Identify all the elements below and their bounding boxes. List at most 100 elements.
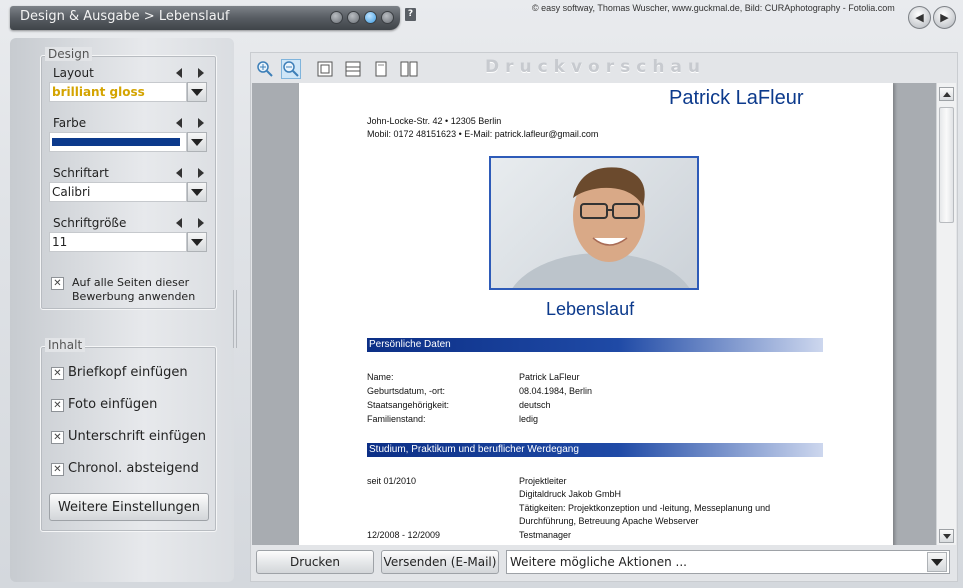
schriftgroesse-dropdown-button[interactable] xyxy=(187,232,207,252)
row-label: Name: xyxy=(367,372,394,382)
entry-date: 12/2008 - 12/2009 xyxy=(367,530,441,540)
chevron-up-icon xyxy=(942,91,951,97)
schriftgroesse-next-icon[interactable] xyxy=(198,218,204,228)
schriftart-prev-icon[interactable] xyxy=(176,168,182,178)
schriftgroesse-select[interactable]: 11 xyxy=(49,232,187,252)
window-titlebar: Design & Ausgabe > Lebenslauf xyxy=(10,6,400,30)
schriftart-dropdown-button[interactable] xyxy=(187,182,207,202)
farbe-label: Farbe xyxy=(53,116,87,130)
actions-select[interactable]: Weitere mögliche Aktionen ... xyxy=(506,550,950,574)
entry-line: Testmanager xyxy=(519,530,572,540)
zoom-in-button[interactable] xyxy=(255,59,275,79)
window-button-1[interactable] xyxy=(330,11,343,24)
weitere-einstellungen-button[interactable]: Weitere Einstellungen xyxy=(49,493,209,521)
schriftart-label: Schriftart xyxy=(53,166,109,180)
fit-width-icon xyxy=(345,61,361,77)
fit-page-icon xyxy=(317,61,333,77)
window-button-3[interactable] xyxy=(364,11,377,24)
apply-all-label: Auf alle Seiten dieser Bewerbung anwende… xyxy=(72,276,195,304)
forward-button[interactable]: ▶ xyxy=(933,6,956,29)
print-button[interactable]: Drucken xyxy=(256,550,374,574)
farbe-select[interactable] xyxy=(49,132,187,152)
document-page: Patrick LaFleur John-Locke-Str. 42 • 123… xyxy=(299,83,893,545)
preview-header-label: Druckvorschau xyxy=(485,57,706,77)
chevron-down-icon xyxy=(931,558,943,566)
farbe-prev-icon[interactable] xyxy=(176,118,182,128)
doc-heading: Lebenslauf xyxy=(546,299,635,319)
row-label: Geburtsdatum, -ort: xyxy=(367,386,446,396)
design-group-legend: Design xyxy=(45,47,93,61)
layout-next-icon[interactable] xyxy=(198,68,204,78)
actions-dropdown-button[interactable] xyxy=(927,552,947,572)
entry-line: Projektleiter xyxy=(519,476,567,486)
scroll-thumb[interactable] xyxy=(939,107,954,223)
window-button-4[interactable] xyxy=(381,11,394,24)
splitter-handle[interactable] xyxy=(233,290,237,348)
chevron-down-icon xyxy=(191,238,203,246)
chronol-checkbox[interactable]: ✕ xyxy=(51,463,64,476)
person-portrait-icon xyxy=(512,167,690,288)
layout-prev-icon[interactable] xyxy=(176,68,182,78)
briefkopf-checkbox[interactable]: ✕ xyxy=(51,367,64,380)
briefkopf-label: Briefkopf einfügen xyxy=(68,365,188,380)
profile-photo xyxy=(489,156,699,290)
apply-all-label-line2: Bewerbung anwenden xyxy=(72,290,196,303)
chevron-down-icon xyxy=(191,88,203,96)
window-button-2[interactable] xyxy=(347,11,360,24)
page-title: Design & Ausgabe > Lebenslauf xyxy=(20,9,230,24)
zoom-out-icon xyxy=(283,61,299,77)
row-value: Patrick LaFleur xyxy=(519,372,580,382)
row-label: Familienstand: xyxy=(367,414,426,424)
entry-line: Durchführung, Betreuung Apache Webserver xyxy=(519,516,699,526)
doc-address: John-Locke-Str. 42 • 12305 Berlin xyxy=(367,116,502,126)
schriftart-next-icon[interactable] xyxy=(198,168,204,178)
entry-line: Digitaldruck Jakob GmbH xyxy=(519,489,622,499)
single-page-button[interactable] xyxy=(371,59,391,79)
chevron-down-icon xyxy=(191,138,203,146)
help-icon[interactable]: ? xyxy=(405,8,416,21)
schriftart-select[interactable]: Calibri xyxy=(49,182,187,202)
schriftgroesse-prev-icon[interactable] xyxy=(176,218,182,228)
back-button[interactable]: ◀ xyxy=(908,6,931,29)
section-title: Persönliche Daten xyxy=(367,338,823,352)
apply-all-checkbox[interactable]: ✕ xyxy=(51,277,64,290)
color-swatch xyxy=(52,138,180,146)
layout-dropdown-button[interactable] xyxy=(187,82,207,102)
schriftgroesse-label: Schriftgröße xyxy=(53,216,127,230)
unterschrift-checkbox[interactable]: ✕ xyxy=(51,431,64,444)
row-label: Staatsangehörigkeit: xyxy=(367,400,450,410)
layout-label: Layout xyxy=(53,66,94,80)
foto-checkbox[interactable]: ✕ xyxy=(51,399,64,412)
row-value: deutsch xyxy=(519,400,551,410)
document-preview[interactable]: Patrick LaFleur John-Locke-Str. 42 • 123… xyxy=(252,83,936,545)
foto-label: Foto einfügen xyxy=(68,397,158,412)
layout-select[interactable]: brilliant gloss xyxy=(49,82,187,102)
vertical-scrollbar[interactable] xyxy=(936,83,956,545)
send-email-button[interactable]: Versenden (E-Mail) xyxy=(381,550,499,574)
zoom-in-icon xyxy=(257,61,273,77)
settings-panel: Design Layout brilliant gloss Farbe Schr… xyxy=(10,38,234,582)
section-title: Studium, Praktikum und beruflicher Werde… xyxy=(367,443,823,457)
farbe-dropdown-button[interactable] xyxy=(187,132,207,152)
arrow-left-icon: ◀ xyxy=(915,11,924,24)
row-value: ledig xyxy=(519,414,539,424)
farbe-next-icon[interactable] xyxy=(198,118,204,128)
fit-width-button[interactable] xyxy=(343,59,363,79)
arrow-right-icon: ▶ xyxy=(940,11,949,24)
chronol-label: Chronol. absteigend xyxy=(68,461,199,476)
doc-name: Patrick LaFleur xyxy=(669,87,804,109)
apply-all-label-line1: Auf alle Seiten dieser xyxy=(72,276,190,289)
single-page-icon xyxy=(375,61,387,77)
inhalt-group-legend: Inhalt xyxy=(45,338,86,352)
doc-contact: Mobil: 0172 48151623 • E-Mail: patrick.l… xyxy=(367,129,599,139)
zoom-out-button[interactable] xyxy=(281,59,301,79)
chevron-down-icon xyxy=(191,188,203,196)
entry-line: Tätigkeiten: Projektkonzeption und -leit… xyxy=(519,503,771,513)
fit-page-button[interactable] xyxy=(315,59,335,79)
scroll-down-button[interactable] xyxy=(939,529,954,543)
unterschrift-label: Unterschrift einfügen xyxy=(68,429,207,444)
scroll-up-button[interactable] xyxy=(939,87,954,101)
two-pages-button[interactable] xyxy=(399,59,419,79)
row-value: 08.04.1984, Berlin xyxy=(519,386,593,396)
preview-panel: Druckvorschau Patrick LaFleur John-Locke… xyxy=(250,52,958,582)
